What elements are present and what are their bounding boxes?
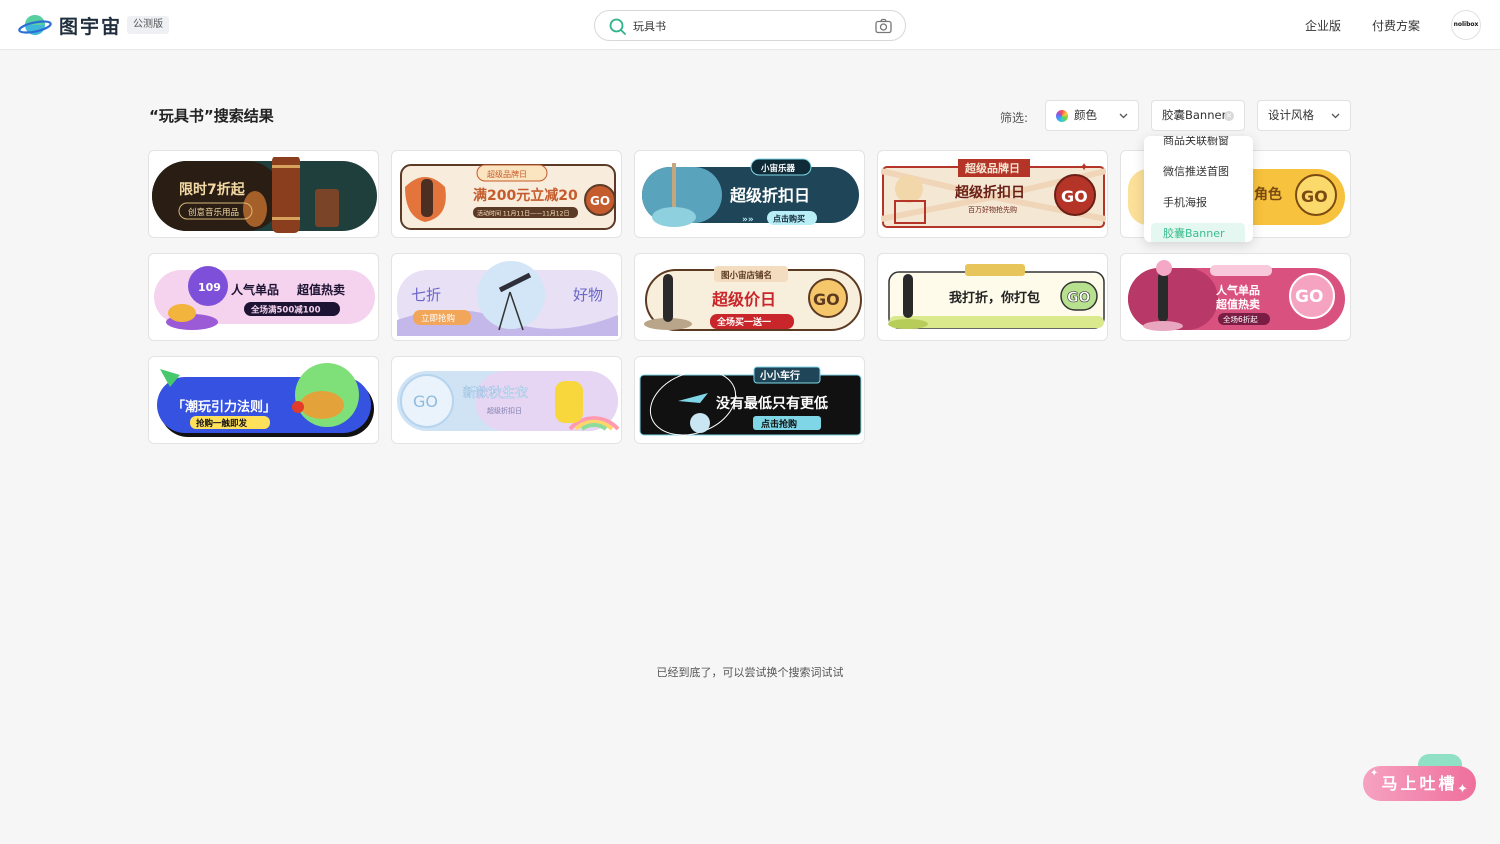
- banner-sub: 抢购一触即发: [196, 418, 248, 429]
- banner-main: 满200元立减20: [473, 187, 578, 204]
- banner-card[interactable]: 超级品牌日 满200元立减20 活动时间 11月11日——11月12日 GO: [391, 150, 622, 238]
- banner-sub: 全场6折起: [1223, 314, 1258, 324]
- banner-cta: GO: [413, 392, 438, 411]
- filter-style-select[interactable]: 设计风格: [1257, 100, 1351, 131]
- banner-sub: 创意音乐用品: [188, 207, 239, 218]
- banner-card[interactable]: 小小车行 没有最低只有更低 点击抢购: [634, 356, 865, 444]
- banner-image: 小宙乐器 超级折扣日 点击购买 »»: [642, 158, 859, 227]
- banner-image: 109 人气单品 超值热卖 全场满500减100: [154, 266, 375, 330]
- dropdown-item[interactable]: 手机海报: [1144, 192, 1253, 214]
- end-of-results-text: 已经到底了，可以尝试换个搜索词试试: [656, 666, 844, 679]
- banner-tag: 小宙乐器: [760, 163, 796, 174]
- nav-pricing-link[interactable]: 付费方案: [1372, 17, 1420, 34]
- dropdown-item-active[interactable]: 胶囊Banner: [1151, 223, 1245, 242]
- banner-card[interactable]: 109 人气单品 超值热卖 全场满500减100: [148, 253, 379, 341]
- category-dropdown-menu: 商品关联橱窗 微信推送首图 手机海报 胶囊Banner: [1144, 136, 1253, 242]
- banner-sub: 超级折扣日: [487, 406, 522, 415]
- banner-main: 七折: [411, 286, 441, 304]
- banner-cta: GO: [590, 194, 610, 208]
- banner-card[interactable]: 小宙乐器 超级折扣日 点击购买 »»: [634, 150, 865, 238]
- banner-image: 我打折，你打包 GO: [888, 264, 1105, 329]
- banner-image: 图小宙店铺名 超级价日 全场买一送一 GO: [644, 266, 862, 331]
- banner-main: 限时7折起: [179, 181, 246, 198]
- search-input[interactable]: [633, 16, 863, 36]
- banner-main: 角色: [1254, 186, 1282, 203]
- banner-image: GO 新款秋生衣 超级折扣日: [397, 371, 620, 431]
- svg-text:✦: ✦: [1079, 160, 1089, 174]
- results-title: “玩具书”搜索结果: [149, 107, 274, 125]
- banner-image: 超级品牌日 满200元立减20 活动时间 11月11日——11月12日 GO: [400, 164, 616, 230]
- banner-cta: GO: [813, 290, 840, 309]
- chevron-down-icon: [1331, 113, 1340, 119]
- banner-main: 超级价日: [711, 290, 776, 309]
- banner-main: 人气单品: [1216, 283, 1260, 297]
- banner-sub: 百万好物抢先购: [968, 205, 1017, 214]
- banner-main: 没有最低只有更低: [716, 395, 828, 412]
- banner-main: 新款秋生衣: [463, 385, 528, 401]
- banner-image: 七折 好物 立即抢购: [397, 261, 618, 336]
- banner-main2: 好物: [573, 286, 603, 304]
- chevron-down-icon: [1119, 113, 1128, 119]
- banner-cta: GO: [1295, 287, 1323, 307]
- banner-cta: GO: [1067, 290, 1090, 306]
- banner-card[interactable]: 限时7折起 创意音乐用品: [148, 150, 379, 238]
- banner-main2: 超值热卖: [1215, 297, 1260, 311]
- banner-image: 超级品牌日 超级折扣日 百万好物抢先购 GO ✦: [881, 159, 1106, 228]
- banner-badge: 109: [198, 281, 221, 294]
- avatar[interactable]: nolibox: [1451, 10, 1481, 40]
- banner-main2: 超值热卖: [296, 282, 345, 297]
- banner-cta: GO: [1301, 187, 1328, 206]
- top-header: 图宇宙 公测版 企业版 付费方案 nolibox: [0, 0, 1500, 50]
- filter-color-select[interactable]: 颜色: [1045, 100, 1139, 131]
- banner-tag: 超级品牌日: [487, 169, 527, 179]
- banner-sub: 点击抢购: [761, 418, 797, 430]
- color-wheel-icon: [1056, 110, 1068, 122]
- banner-main: 「潮玩引力法则」: [172, 399, 276, 415]
- filter-style-label: 设计风格: [1268, 108, 1314, 122]
- logo-text[interactable]: 图宇宙: [59, 12, 122, 39]
- filter-category-label: 胶囊Banner: [1162, 108, 1227, 122]
- dropdown-item[interactable]: 商品关联橱窗: [1144, 136, 1253, 152]
- banner-main: 我打折，你打包: [949, 290, 1040, 306]
- search-icon[interactable]: [609, 18, 626, 35]
- search-bar[interactable]: [594, 10, 906, 41]
- banner-tag: 超级品牌日: [964, 161, 1020, 175]
- banner-card[interactable]: 超级品牌日 超级折扣日 百万好物抢先购 GO ✦: [877, 150, 1108, 238]
- banner-card[interactable]: GO 新款秋生衣 超级折扣日: [391, 356, 622, 444]
- feedback-label: 马上吐槽: [1381, 774, 1458, 793]
- beta-badge: 公测版: [127, 16, 169, 34]
- camera-icon[interactable]: [875, 18, 892, 34]
- sparkle-icon: ✦: [1457, 782, 1468, 797]
- banner-sub: 全场买一送一: [716, 316, 771, 328]
- nav-enterprise-link[interactable]: 企业版: [1305, 17, 1341, 34]
- banner-image: 限时7折起 创意音乐用品: [152, 157, 377, 233]
- banner-tag: 小小车行: [759, 369, 800, 382]
- filter-label: 筛选:: [1000, 111, 1029, 125]
- banner-card[interactable]: 「潮玩引力法则」 抢购一触即发: [148, 356, 379, 444]
- sparkle-icon: ✦: [1370, 768, 1379, 779]
- filter-category-select[interactable]: 胶囊Banner ×: [1151, 100, 1245, 131]
- banner-cta: GO: [1061, 187, 1088, 206]
- filter-color-label: 颜色: [1074, 108, 1097, 122]
- banner-card[interactable]: 七折 好物 立即抢购: [391, 253, 622, 341]
- svg-text:»»: »»: [742, 215, 754, 225]
- banner-main: 人气单品: [231, 282, 279, 297]
- banner-card[interactable]: 图小宙店铺名 超级价日 全场买一送一 GO: [634, 253, 865, 341]
- banner-card[interactable]: 人气单品 超值热卖 全场6折起 GO: [1120, 253, 1351, 341]
- banner-image: 「潮玩引力法则」 抢购一触即发: [157, 363, 374, 437]
- banner-tag: 图小宙店铺名: [721, 270, 772, 281]
- banner-image: 人气单品 超值热卖 全场6折起 GO: [1128, 260, 1345, 331]
- clear-filter-icon[interactable]: ×: [1224, 111, 1234, 121]
- banner-sub: 点击购买: [773, 214, 805, 224]
- banner-sub: 全场满500减100: [250, 305, 321, 316]
- banner-sub: 立即抢购: [421, 313, 455, 324]
- dropdown-item[interactable]: 微信推送首图: [1144, 161, 1253, 183]
- banner-main: 超级折扣日: [729, 186, 810, 205]
- banner-card[interactable]: 我打折，你打包 GO: [877, 253, 1108, 341]
- banner-image: 小小车行 没有最低只有更低 点击抢购: [639, 366, 862, 436]
- banner-main: 超级折扣日: [954, 184, 1025, 201]
- banner-sub: 活动时间 11月11日——11月12日: [477, 210, 569, 218]
- planet-logo-icon[interactable]: [18, 12, 52, 38]
